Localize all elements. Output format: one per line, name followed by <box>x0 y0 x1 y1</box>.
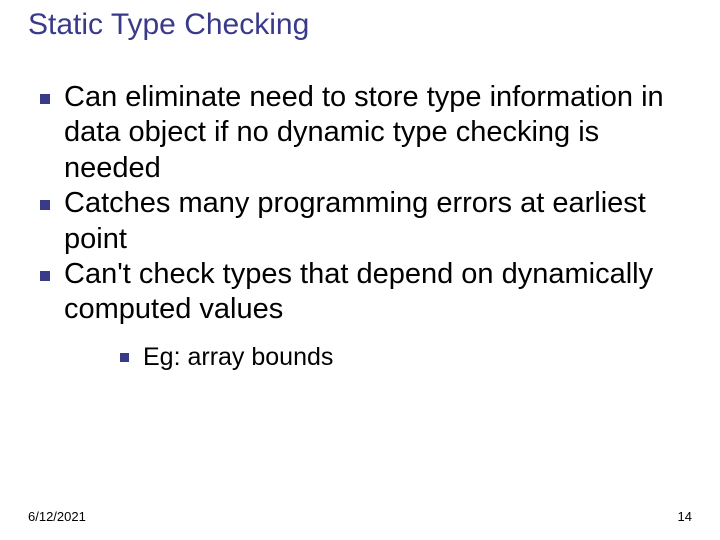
bullet-text: Can eliminate need to store type informa… <box>64 80 700 186</box>
square-bullet-icon <box>40 271 50 281</box>
sub-bullet-list: Eg: array bounds <box>120 342 700 372</box>
footer-date: 6/12/2021 <box>28 509 86 524</box>
slide-body: Can eliminate need to store type informa… <box>28 80 700 372</box>
bullet-text: Catches many programming errors at earli… <box>64 186 700 257</box>
sub-bullet-text: Eg: array bounds <box>143 342 333 372</box>
bullet-item: Can't check types that depend on dynamic… <box>28 257 700 328</box>
square-bullet-icon <box>40 94 50 104</box>
bullet-text: Can't check types that depend on dynamic… <box>64 257 700 328</box>
bullet-item: Catches many programming errors at earli… <box>28 186 700 257</box>
sub-bullet-item: Eg: array bounds <box>120 342 700 372</box>
square-bullet-icon <box>40 200 50 210</box>
square-bullet-icon <box>120 353 129 362</box>
bullet-item: Can eliminate need to store type informa… <box>28 80 700 186</box>
slide: Static Type Checking Can eliminate need … <box>0 0 720 540</box>
slide-title: Static Type Checking <box>28 8 309 42</box>
footer-page-number: 14 <box>678 509 692 524</box>
